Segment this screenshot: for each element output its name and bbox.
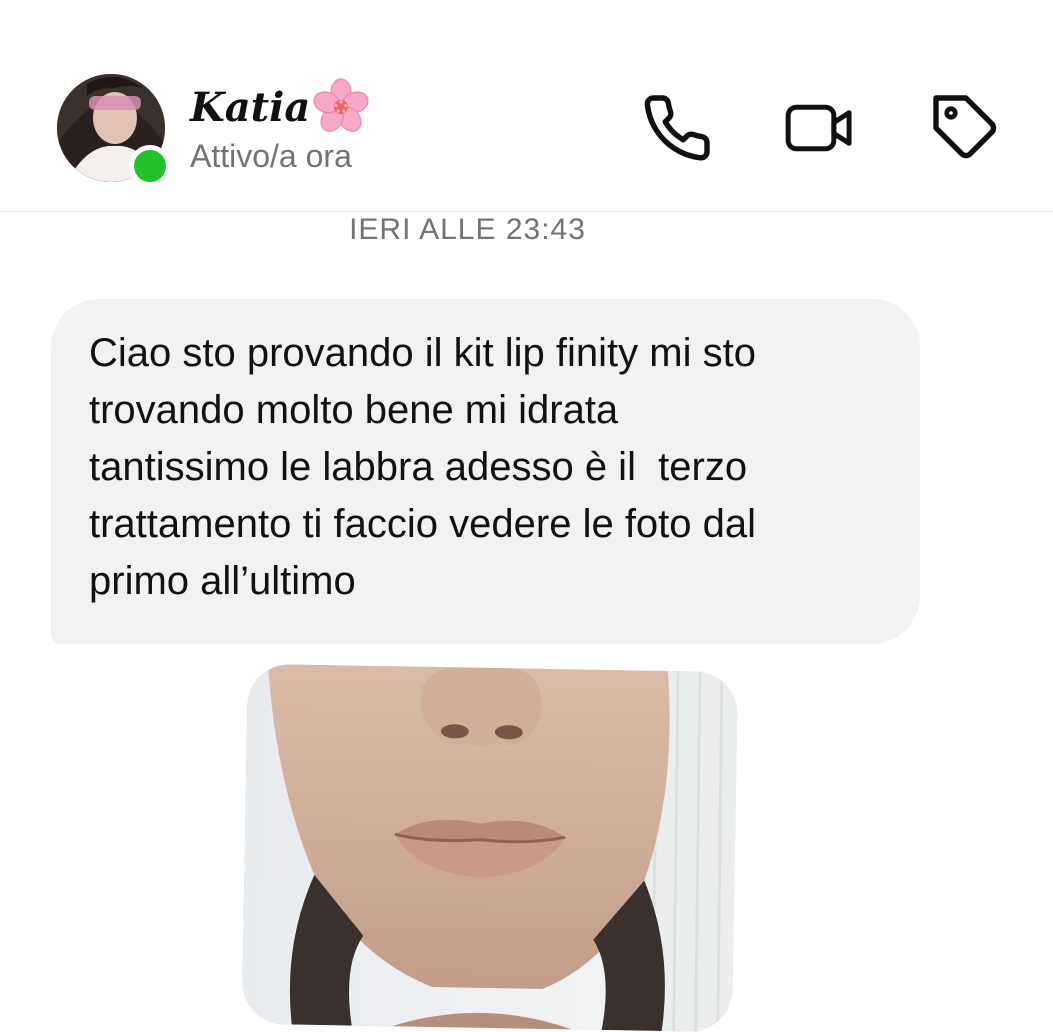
phone-icon [644,95,710,161]
video-camera-icon [785,104,852,152]
contact-name-row[interactable]: Katia [190,78,370,134]
online-status-dot [129,145,171,187]
chat-header: Katia Attivo/a ora [0,0,1053,212]
cherry-blossom-icon [313,78,369,132]
video-call-button[interactable] [784,92,856,164]
message-text: Ciao sto provando il kit lip finity mi s… [89,331,757,603]
tag-icon [933,95,997,159]
contact-name: Katia [190,83,311,131]
photo-message[interactable] [241,663,738,1032]
activity-status: Attivo/a ora [190,138,352,174]
message-bubble-incoming[interactable]: Ciao sto provando il kit lip finity mi s… [51,299,920,644]
call-button[interactable] [641,92,713,164]
conversation-timestamp: IERI ALLE 23:43 [349,213,586,246]
label-button[interactable] [930,92,1002,164]
lips-closeup-photo [241,663,738,1032]
